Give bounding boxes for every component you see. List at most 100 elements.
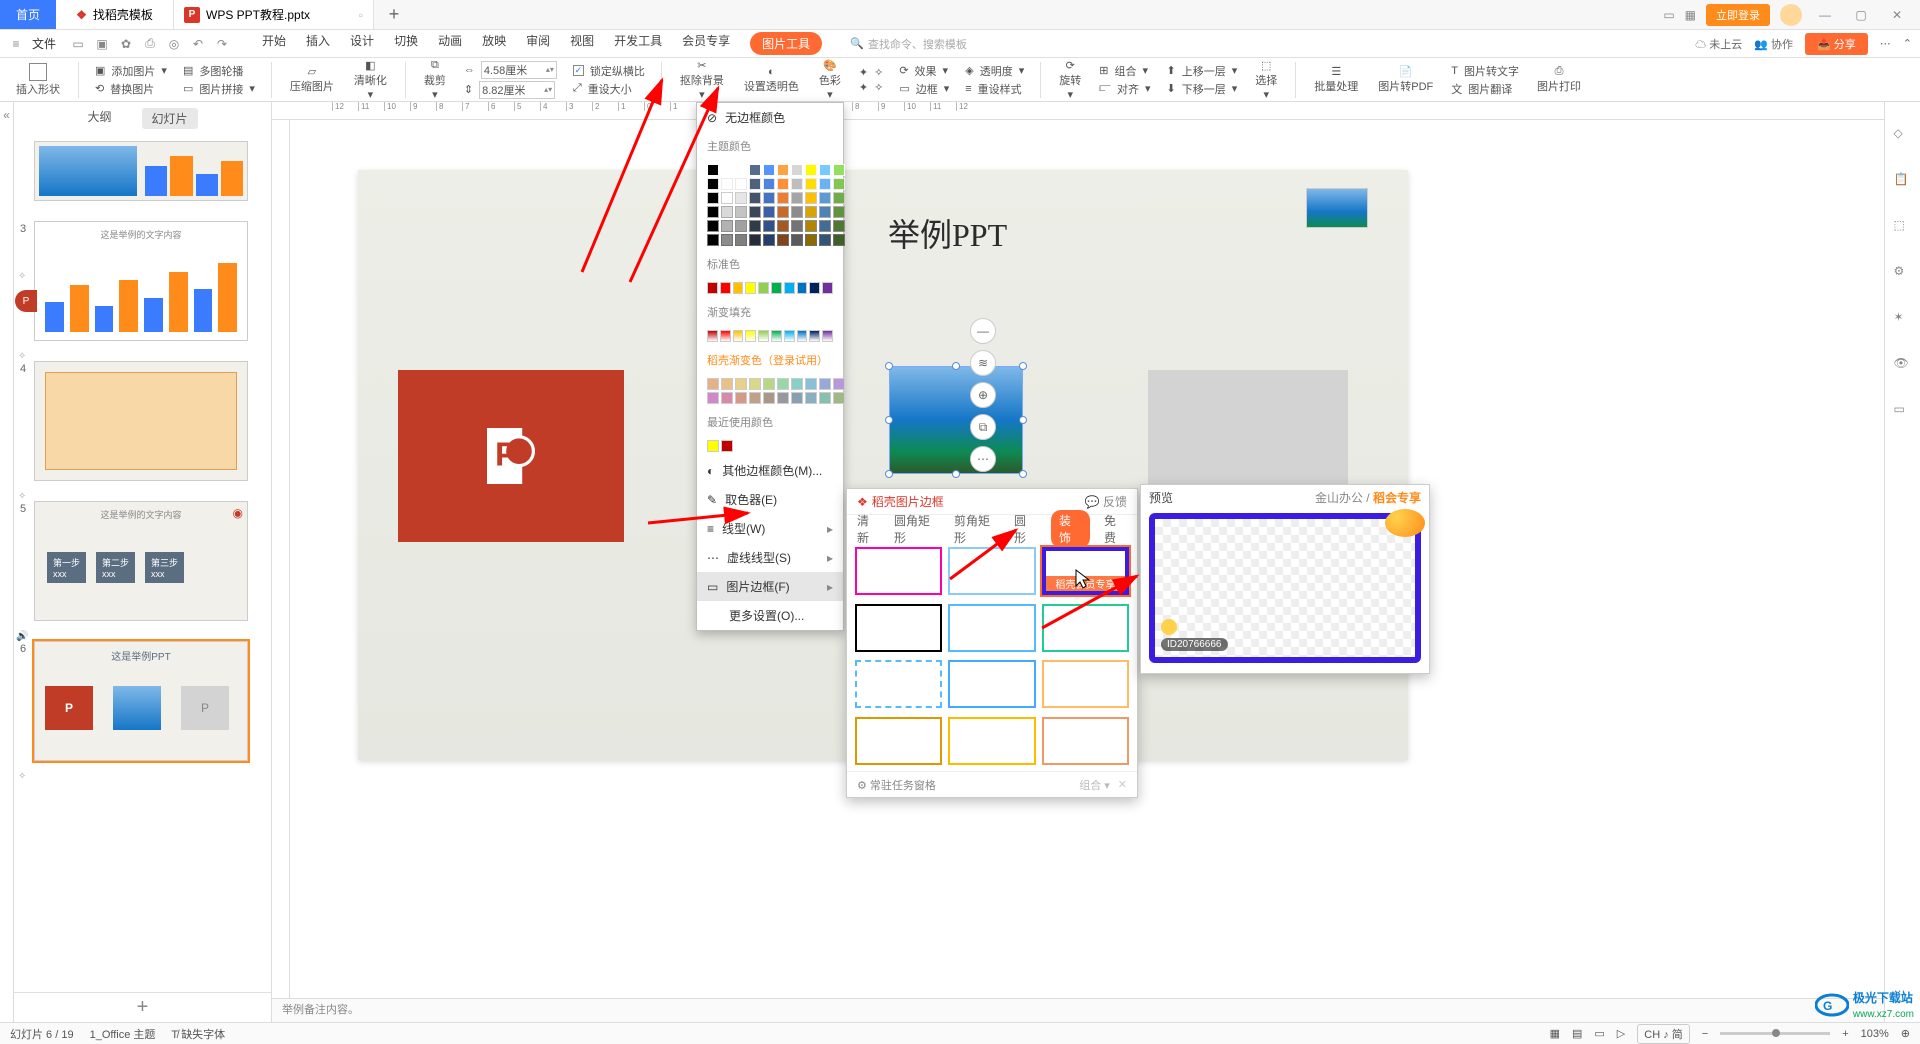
tab-document[interactable]: P WPS PPT教程.pptx ▫	[174, 0, 374, 29]
rb-design-icon[interactable]: ◇	[1894, 126, 1912, 144]
collapse-ribbon-icon[interactable]: ⌃	[1903, 37, 1912, 50]
zoom-in-icon[interactable]: +	[1842, 1028, 1848, 1040]
cloud-status[interactable]: ☁ 未上云	[1695, 36, 1742, 52]
align-button[interactable]: ⫍对齐 ▾	[1095, 81, 1154, 97]
preset3-icon[interactable]: ✦	[859, 81, 868, 94]
width-input[interactable]: ⇔ 4.58厘米▴▾	[460, 61, 561, 79]
frame-item[interactable]	[855, 717, 942, 765]
apps-icon[interactable]: ▦	[1685, 8, 1696, 22]
view-sorter-icon[interactable]: ▤	[1572, 1027, 1582, 1040]
add-image-button[interactable]: ▣添加图片 ▾	[91, 63, 171, 79]
menu-tab-animation[interactable]: 动画	[438, 32, 462, 55]
theme-indicator[interactable]: 1_Office 主题	[90, 1026, 156, 1042]
overflow-icon[interactable]: ⋯	[1880, 37, 1891, 50]
collapse-sidepane-button[interactable]: «	[0, 102, 14, 1022]
frame-item[interactable]	[855, 604, 942, 652]
frame-item[interactable]	[855, 547, 942, 595]
cooperate-button[interactable]: 👥 协作	[1754, 36, 1793, 52]
view-normal-icon[interactable]: ▦	[1550, 1027, 1560, 1040]
image-to-text-button[interactable]: T图片转文字	[1447, 63, 1523, 79]
qat-save-icon[interactable]: ✿	[118, 36, 134, 52]
tab-doc-menu-icon[interactable]: ▫	[359, 8, 363, 22]
move-down-button[interactable]: ⬇下移一层 ▾	[1163, 81, 1242, 97]
menu-tab-insert[interactable]: 插入	[306, 32, 330, 55]
ime-indicator[interactable]: CH ♪ 简	[1637, 1024, 1690, 1044]
file-menu[interactable]: 文件	[32, 35, 56, 52]
menu-tab-slideshow[interactable]: 放映	[482, 32, 506, 55]
outline-tab[interactable]: 大纲	[87, 108, 111, 129]
height-input[interactable]: ⇕ 8.82厘米▴▾	[460, 81, 561, 99]
frame-feedback-button[interactable]: 💬 反馈	[1085, 493, 1127, 510]
no-border-item[interactable]: ⊘无边框颜色	[697, 103, 843, 132]
tab-home[interactable]: 首页	[0, 0, 56, 29]
frame-combo-button[interactable]: 组合 ▾	[1079, 777, 1110, 793]
slide-title[interactable]: 举例PPT	[888, 210, 1007, 256]
remove-bg-button[interactable]: ✂抠除背景 ▾	[674, 59, 730, 101]
reset-size-button[interactable]: ⤢重设大小	[569, 81, 649, 97]
menu-tab-image-tools[interactable]: 图片工具	[750, 32, 822, 55]
menu-tab-review[interactable]: 审阅	[526, 32, 550, 55]
reading-mode-icon[interactable]: ▭	[1663, 8, 1674, 22]
preset4-icon[interactable]: ✧	[874, 81, 883, 94]
crop-button[interactable]: ⧉裁剪 ▾	[418, 59, 452, 101]
window-close-icon[interactable]: ✕	[1884, 8, 1910, 22]
frame-tab-cutrect[interactable]: 剪角矩形	[954, 512, 1000, 546]
avatar[interactable]	[1780, 4, 1802, 26]
command-search[interactable]: 🔍 查找命令、搜索模板	[850, 36, 967, 52]
pin-panel-button[interactable]: ⚙ 常驻任务窗格	[857, 777, 936, 793]
effect-button[interactable]: ⟳效果 ▾	[895, 63, 953, 79]
menu-tab-view[interactable]: 视图	[570, 32, 594, 55]
frame-item[interactable]	[1042, 604, 1129, 652]
rb-template-icon[interactable]: 📋	[1894, 172, 1912, 190]
slide-thumb-active[interactable]: 这是举例PPT P P	[34, 641, 248, 761]
frame-item[interactable]	[855, 660, 942, 708]
view-slideshow-icon[interactable]: ▷	[1617, 1027, 1625, 1040]
zoom-slider[interactable]	[1720, 1032, 1830, 1035]
frame-item[interactable]	[948, 717, 1035, 765]
ft-more-icon[interactable]: ⋯	[970, 446, 996, 472]
ft-crop-icon[interactable]: ⧉	[970, 414, 996, 440]
frame-tab-roundrect[interactable]: 圆角矩形	[894, 512, 940, 546]
slide-image-small[interactable]	[1306, 188, 1368, 228]
eyedropper-item[interactable]: ✎取色器(E)	[697, 485, 843, 514]
frame-tab-circle[interactable]: 圆形	[1014, 512, 1037, 546]
rb-more-icon[interactable]: ▭	[1894, 402, 1912, 420]
add-slide-button[interactable]: +	[14, 992, 271, 1022]
rb-animation-icon[interactable]: ✶	[1894, 310, 1912, 328]
frame-item[interactable]	[1042, 717, 1129, 765]
select-button[interactable]: ⬚选择 ▾	[1249, 59, 1283, 101]
compress-image-button[interactable]: ▱压缩图片	[284, 65, 340, 94]
ft-zoom-icon[interactable]: ⊕	[970, 382, 996, 408]
qat-print-icon[interactable]: ⎙	[142, 36, 158, 52]
menu-tab-vip[interactable]: 会员专享	[682, 32, 730, 55]
frame-tab-free[interactable]: 免费	[1104, 512, 1127, 546]
zoom-out-icon[interactable]: −	[1702, 1028, 1708, 1040]
rb-view-icon[interactable]: 👁	[1894, 356, 1912, 374]
image-to-pdf-button[interactable]: 📄图片转PDF	[1372, 65, 1439, 94]
frame-clear-button[interactable]: ✕	[1118, 778, 1127, 791]
slide-thumb[interactable]	[34, 361, 248, 481]
multi-carousel-button[interactable]: ▤多图轮播	[179, 63, 259, 79]
qat-open-icon[interactable]: ▣	[94, 36, 110, 52]
ft-ai-icon[interactable]: —	[970, 318, 996, 344]
replace-image-button[interactable]: ⟲替换图片	[91, 81, 171, 97]
border-button[interactable]: ▭边框 ▾	[895, 81, 953, 97]
ft-layers-icon[interactable]: ≋	[970, 350, 996, 376]
combine-button[interactable]: ⊞组合 ▾	[1095, 63, 1154, 79]
preset1-icon[interactable]: ✦	[859, 66, 868, 79]
qat-undo-icon[interactable]: ↶	[190, 36, 206, 52]
slide-thumb[interactable]: 这是举例的文字内容 第一步xxx 第二步xxx 第三步xxx ◉	[34, 501, 248, 621]
qat-preview-icon[interactable]: ◎	[166, 36, 182, 52]
rb-material-icon[interactable]: ⬚	[1894, 218, 1912, 236]
zoom-value[interactable]: 103%	[1861, 1028, 1889, 1040]
other-color-item[interactable]: ◐其他边框颜色(M)...	[697, 456, 843, 485]
standard-palette[interactable]	[697, 278, 843, 298]
menu-tab-design[interactable]: 设计	[350, 32, 374, 55]
image-translate-button[interactable]: 文图片翻译	[1447, 81, 1523, 97]
share-button[interactable]: 📤 分享	[1805, 33, 1868, 55]
reset-style-button[interactable]: ≡重设样式	[961, 81, 1028, 97]
qat-redo-icon[interactable]: ↷	[214, 36, 230, 52]
color-button[interactable]: 🎨色彩 ▾	[813, 59, 847, 101]
line-type-item[interactable]: ≡线型(W)▸	[697, 514, 843, 543]
slide-thumb[interactable]: 这是举例的文字内容 P	[34, 221, 248, 341]
